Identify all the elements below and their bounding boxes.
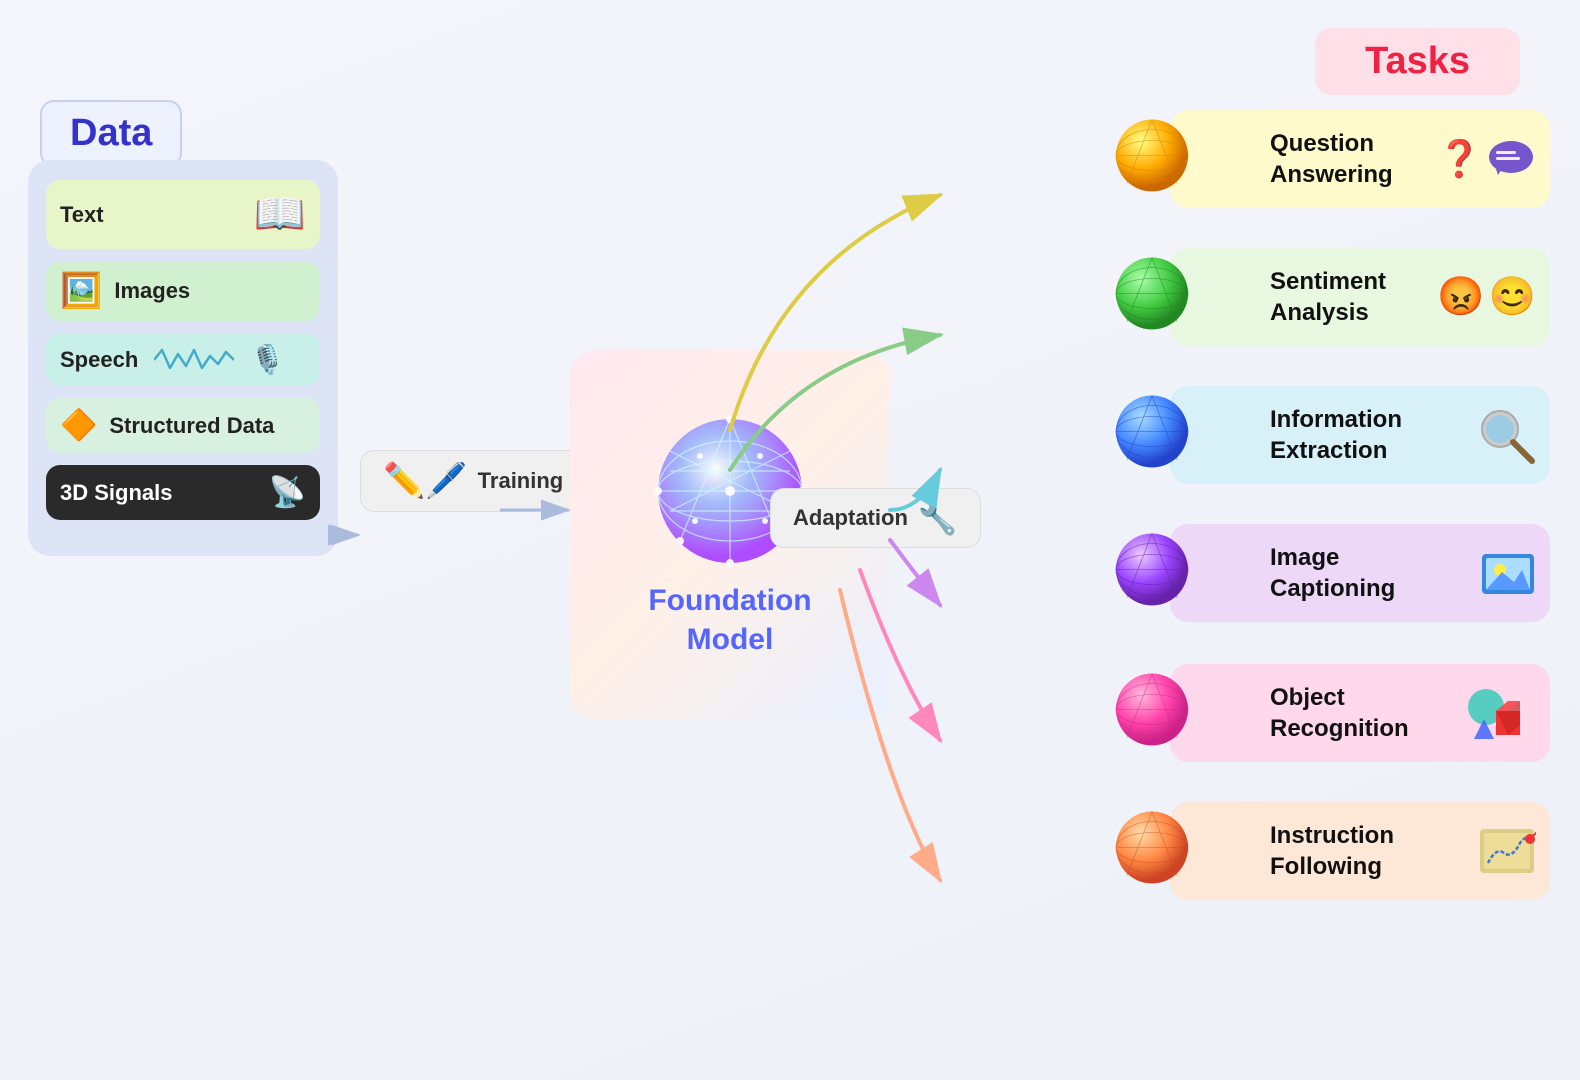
foundation-model-title: FoundationModel — [648, 581, 811, 659]
qa-chat-icon — [1486, 137, 1536, 181]
info-ext-label: Information Extraction — [1270, 404, 1402, 466]
data-item-3d-signals: 3D Signals 📡 — [46, 465, 320, 520]
info-sphere-icon — [1112, 392, 1192, 472]
training-label: Training — [478, 468, 564, 494]
data-section-title: Data — [40, 100, 182, 167]
instr-sphere-icon — [1112, 808, 1192, 888]
data-item-speech: Speech 🎙️ — [46, 333, 320, 386]
adaptation-box: Adaptation 🔧 — [770, 488, 981, 548]
speech-label: Speech — [60, 347, 138, 373]
qa-icons: ❓ — [1437, 137, 1536, 181]
instr-label: Instruction Following — [1270, 820, 1394, 882]
map-icon — [1478, 825, 1536, 877]
task-card-image-captioning: Image Captioning — [1170, 524, 1550, 622]
signals-label: 3D Signals — [60, 480, 172, 506]
imgcap-sphere-icon — [1112, 530, 1192, 610]
text-label: Text — [60, 202, 104, 228]
task-card-info-extraction: Information Extraction — [1170, 386, 1550, 484]
data-item-text: Text 📖 — [46, 180, 320, 249]
images-label: Images — [114, 278, 190, 304]
sentiment-label: Sentiment Analysis — [1270, 266, 1386, 328]
shapes-icon — [1466, 683, 1536, 743]
task-card-sentiment: Sentiment Analysis 😡 😊 — [1170, 248, 1550, 346]
qa-label: Question Answering — [1270, 128, 1393, 190]
structured-label: Structured Data — [109, 413, 274, 439]
speech-wave-icon — [154, 346, 234, 374]
qa-sphere-icon — [1112, 116, 1192, 196]
sentiment-sphere-icon — [1112, 254, 1192, 334]
task-card-object-recognition: Object Recognition — [1170, 664, 1550, 762]
task-card-instruction-following: Instruction Following — [1170, 802, 1550, 900]
data-item-images: 🖼️ Images — [46, 261, 320, 321]
objrec-sphere-icon — [1112, 670, 1192, 750]
data-panel: Text 📖 🖼️ Images Speech 🎙️ 🔶 Structured … — [28, 160, 338, 556]
img-cap-label: Image Captioning — [1270, 542, 1395, 604]
instr-icons — [1478, 825, 1536, 877]
obj-rec-label: Object Recognition — [1270, 682, 1409, 744]
sentiment-icons: 😡 😊 — [1437, 275, 1536, 319]
tasks-title: Tasks — [1315, 28, 1520, 95]
training-box: ✏️🖊️ Training — [360, 450, 586, 512]
data-item-structured: 🔶 Structured Data — [46, 398, 320, 453]
photo-icon — [1480, 548, 1536, 598]
info-ext-icons — [1476, 405, 1536, 465]
objrec-icons — [1466, 683, 1536, 743]
imgcap-icons — [1480, 548, 1536, 598]
adaptation-label: Adaptation — [793, 505, 908, 531]
task-card-qa: Question Answering ❓ — [1170, 110, 1550, 208]
magnify-icon — [1476, 405, 1536, 465]
